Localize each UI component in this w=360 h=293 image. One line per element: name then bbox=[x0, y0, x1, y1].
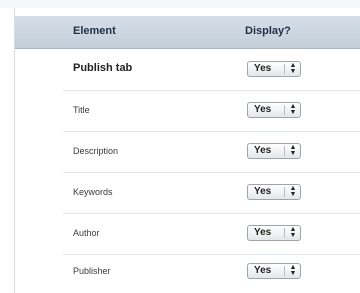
select-divider bbox=[284, 146, 285, 156]
select-divider bbox=[284, 266, 285, 276]
updown-arrows-icon: ▲ ▼ bbox=[289, 103, 297, 116]
display-select-description[interactable]: Yes ▲ ▼ bbox=[247, 143, 301, 159]
row-label-title: Title bbox=[73, 105, 90, 115]
display-select-keywords[interactable]: Yes ▲ ▼ bbox=[247, 184, 301, 200]
row-label-publisher: Publisher bbox=[73, 266, 111, 276]
table-row-publisher: Publisher Yes ▲ ▼ bbox=[15, 252, 360, 293]
updown-arrows-icon: ▲ ▼ bbox=[289, 144, 297, 157]
select-divider bbox=[284, 105, 285, 115]
select-value: Yes bbox=[254, 104, 272, 115]
select-value: Yes bbox=[254, 186, 272, 197]
element-display-panel: Element Display? Publish tab Yes ▲ ▼ Titl… bbox=[0, 0, 360, 293]
updown-arrows-icon: ▲ ▼ bbox=[289, 226, 297, 239]
table-row-keywords: Keywords Yes ▲ ▼ bbox=[15, 173, 360, 214]
select-value: Yes bbox=[254, 145, 272, 156]
row-label-publish-tab: Publish tab bbox=[73, 62, 133, 74]
table-row-publish-tab: Publish tab Yes ▲ ▼ bbox=[15, 50, 360, 91]
row-label-author: Author bbox=[73, 228, 100, 238]
table-row-description: Description Yes ▲ ▼ bbox=[15, 132, 360, 173]
select-divider bbox=[284, 228, 285, 238]
display-select-author[interactable]: Yes ▲ ▼ bbox=[247, 225, 301, 241]
select-divider bbox=[284, 187, 285, 197]
select-value: Yes bbox=[254, 265, 272, 276]
row-label-keywords: Keywords bbox=[73, 187, 113, 197]
updown-arrows-icon: ▲ ▼ bbox=[289, 264, 297, 277]
table-row-title: Title Yes ▲ ▼ bbox=[15, 91, 360, 132]
select-divider bbox=[284, 64, 285, 74]
select-value: Yes bbox=[254, 63, 272, 74]
table-header: Element Display? bbox=[15, 16, 360, 49]
updown-arrows-icon: ▲ ▼ bbox=[289, 62, 297, 75]
display-select-publish-tab[interactable]: Yes ▲ ▼ bbox=[247, 61, 301, 77]
table-row-author: Author Yes ▲ ▼ bbox=[15, 214, 360, 255]
top-strip bbox=[0, 0, 360, 8]
display-select-publisher[interactable]: Yes ▲ ▼ bbox=[247, 263, 301, 279]
display-select-title[interactable]: Yes ▲ ▼ bbox=[247, 102, 301, 118]
row-label-description: Description bbox=[73, 146, 119, 156]
updown-arrows-icon: ▲ ▼ bbox=[289, 185, 297, 198]
column-header-element: Element bbox=[73, 25, 116, 37]
column-header-display: Display? bbox=[245, 25, 291, 37]
select-value: Yes bbox=[254, 227, 272, 238]
